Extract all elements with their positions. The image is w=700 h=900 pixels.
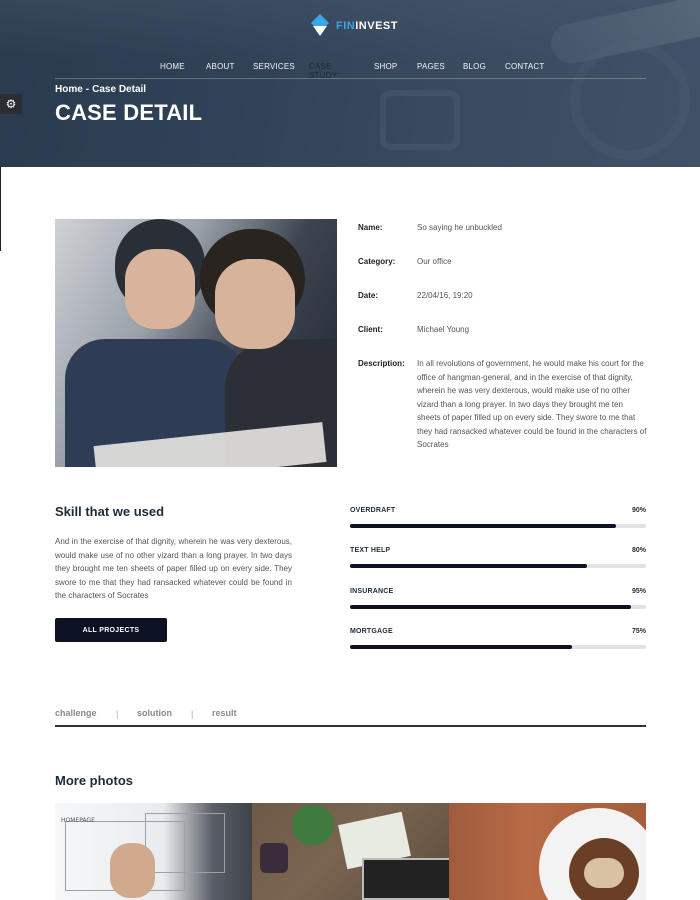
photo-1-sketch-text: HOMEPAGE — [61, 817, 95, 824]
detail-label-description: Description: — [358, 359, 405, 368]
breadcrumb: Home - Case Detail — [55, 84, 146, 95]
skill-bar-fill — [350, 605, 632, 609]
detail-label-category: Category: — [358, 257, 396, 266]
nav-divider — [55, 78, 646, 79]
hero-banner: FININVEST HOME ABOUT SERVICES CASE STUDY… — [0, 0, 700, 167]
settings-toggle[interactable]: ⚙ — [0, 94, 22, 114]
nav-item-services[interactable]: SERVICES — [253, 62, 295, 71]
logo-text-part1: FIN — [336, 20, 356, 32]
skill-bar-percent: 80% — [631, 547, 646, 554]
tab-solution[interactable]: solution — [137, 708, 172, 718]
logo-icon — [310, 13, 330, 37]
more-photos-title: More photos — [55, 773, 133, 788]
skill-bar-fill — [350, 524, 617, 528]
detail-value-date: 22/04/16, 19:20 — [417, 291, 473, 300]
detail-value-description: In all revolutions of government, he wou… — [417, 359, 647, 449]
photo-1[interactable]: HOMEPAGE — [55, 803, 252, 900]
page-title: CASE DETAIL — [55, 100, 203, 125]
tab-challenge[interactable]: challenge — [55, 708, 97, 718]
photo-2[interactable] — [252, 803, 449, 900]
nav-item-about[interactable]: ABOUT — [206, 62, 235, 71]
breadcrumb-home[interactable]: Home — [55, 84, 83, 95]
skill-bar-fill — [350, 645, 572, 649]
detail-label-client: Client: — [358, 325, 383, 334]
logo[interactable]: FININVEST — [310, 13, 398, 38]
detail-value-name: So saying he unbuckled — [417, 223, 502, 232]
nav-item-pages[interactable]: PAGES — [417, 62, 445, 71]
breadcrumb-current: Case Detail — [92, 84, 147, 95]
skill-bar-label: INSURANCE — [350, 588, 394, 595]
nav-item-shop[interactable]: SHOP — [374, 62, 397, 71]
nav-item-blog[interactable]: BLOG — [463, 62, 486, 71]
tab-separator: | — [191, 709, 194, 719]
photo-3[interactable] — [449, 803, 646, 900]
left-edge-line — [0, 167, 1, 251]
breadcrumb-separator: - — [85, 84, 90, 95]
skill-bar-label: MORTGAGE — [350, 628, 393, 635]
skills-text: And in the exercise of that dignity, whe… — [55, 537, 292, 600]
nav-item-contact[interactable]: CONTACT — [505, 62, 544, 71]
case-tabs: challenge | solution | result — [55, 706, 646, 727]
detail-value-category: Our office — [417, 257, 452, 266]
skill-bar-percent: 90% — [631, 507, 646, 514]
detail-label-name: Name: — [358, 223, 383, 232]
skill-bar-label: OVERDRAFT — [350, 507, 396, 514]
skill-bar-track — [350, 645, 646, 649]
all-projects-button[interactable]: ALL PROJECTS — [55, 618, 167, 642]
skill-bar-percent: 75% — [631, 628, 646, 635]
skill-bar-fill — [350, 564, 587, 568]
skill-bar-track — [350, 564, 646, 568]
detail-label-date: Date: — [358, 291, 379, 300]
skill-bar-percent: 95% — [631, 588, 646, 595]
skill-bar-label: TEXT HELP — [350, 547, 391, 554]
detail-value-client: Michael Young — [417, 325, 470, 334]
tab-result[interactable]: result — [212, 708, 237, 718]
logo-text-part2: INVEST — [355, 20, 398, 32]
logo-text: FININVEST — [336, 20, 398, 32]
tab-separator: | — [116, 709, 119, 719]
skill-bar-track — [350, 605, 646, 609]
nav-item-home[interactable]: HOME — [160, 62, 185, 71]
skills-title: Skill that we used — [55, 504, 165, 519]
gear-icon: ⚙ — [5, 97, 17, 111]
case-image — [55, 219, 337, 467]
skill-bar-track — [350, 524, 646, 528]
